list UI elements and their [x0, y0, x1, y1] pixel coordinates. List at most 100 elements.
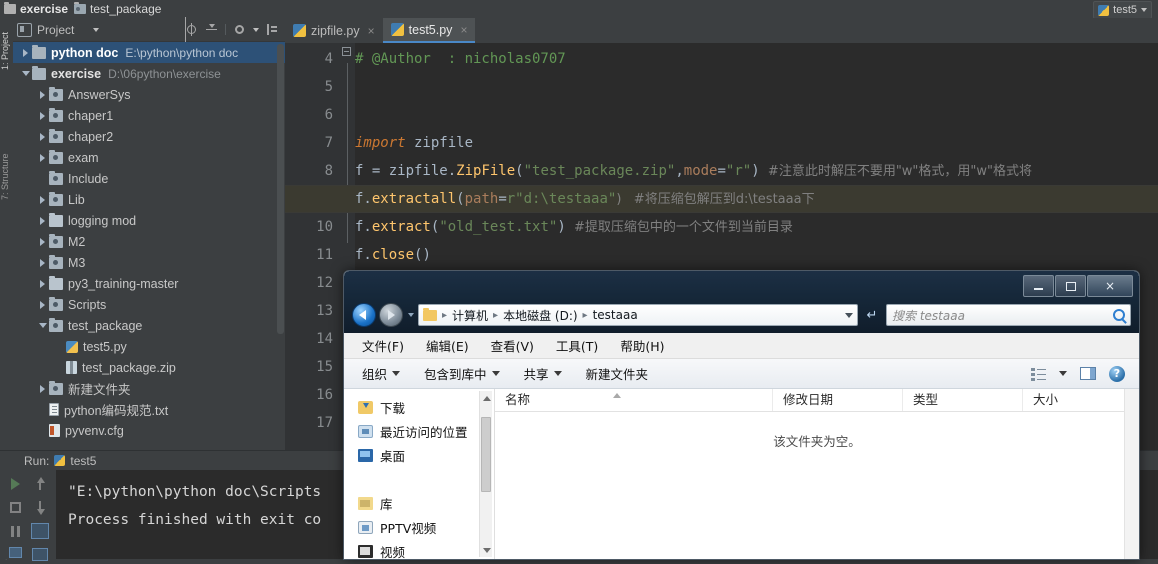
chevron-down-icon[interactable]: [491, 371, 500, 376]
chevron-down-icon[interactable]: [1141, 8, 1147, 12]
chevron-down-icon[interactable]: [93, 27, 100, 32]
chevron-down-icon[interactable]: [553, 371, 562, 376]
expand-arrow-right-icon[interactable]: [36, 294, 49, 315]
address-bar[interactable]: ▸ 计算机 ▸ 本地磁盘 (D:) ▸ testaaa: [418, 304, 858, 326]
navigation-item[interactable]: 视频: [344, 539, 494, 559]
code-line[interactable]: # @Author : nicholas0707: [355, 45, 566, 73]
address-crumb-drive[interactable]: 本地磁盘 (D:): [503, 307, 577, 324]
explorer-navigation-pane[interactable]: 下载 最近访问的位置 桌面库 PPTV视频 视频: [344, 389, 494, 559]
project-tree-node[interactable]: Scripts: [13, 294, 285, 315]
file-pane-scrollbar[interactable]: [1124, 389, 1139, 559]
project-tree-node[interactable]: python编码规范.txt: [13, 399, 285, 420]
project-tree-node[interactable]: logging mod: [13, 210, 285, 231]
project-tree-node[interactable]: python doc E:\python\python doc: [13, 42, 285, 63]
expand-arrow-right-icon[interactable]: [36, 210, 49, 231]
project-tree-node[interactable]: chaper1: [13, 105, 285, 126]
expand-arrow-right-icon[interactable]: [36, 378, 49, 399]
fold-collapse-icon[interactable]: [342, 47, 351, 56]
settings-gear-icon[interactable]: [233, 23, 246, 36]
hide-panel-icon[interactable]: [266, 23, 279, 36]
project-tree-node[interactable]: test_package.zip: [13, 357, 285, 378]
project-tree-node[interactable]: pyvenv.cfg: [13, 420, 285, 441]
pause-icon[interactable]: [8, 524, 24, 540]
menu-item[interactable]: 查看(V): [491, 336, 534, 355]
collapse-all-icon[interactable]: [205, 23, 218, 36]
command-bar-button[interactable]: 共享: [524, 364, 562, 383]
expand-arrow-right-icon[interactable]: [36, 273, 49, 294]
project-tree-node[interactable]: M2: [13, 231, 285, 252]
navigation-item[interactable]: 库: [344, 491, 494, 515]
menu-item[interactable]: 文件(F): [362, 336, 404, 355]
project-tree-node[interactable]: test5.py: [13, 336, 285, 357]
minimize-button[interactable]: [1023, 275, 1054, 297]
close-button[interactable]: ×: [1087, 275, 1133, 297]
navigation-item[interactable]: 下载: [344, 395, 494, 419]
expand-arrow-right-icon[interactable]: [36, 189, 49, 210]
scroll-up-icon[interactable]: [32, 476, 48, 492]
project-tree-node[interactable]: Include: [13, 168, 285, 189]
editor-tab[interactable]: test5.py ×: [382, 18, 476, 43]
windows-explorer-window[interactable]: × ▸ 计算机 ▸ 本地磁盘 (D:) ▸ testaaa ↵ 搜索 testa…: [343, 270, 1140, 560]
run-config-name[interactable]: test5: [70, 454, 96, 468]
explorer-file-list-pane[interactable]: 名称 修改日期 类型 大小 该文件夹为空。: [494, 389, 1139, 559]
expand-arrow-right-icon[interactable]: [36, 231, 49, 252]
expand-arrow-right-icon[interactable]: [36, 252, 49, 273]
navigation-item[interactable]: 桌面: [344, 443, 494, 467]
scroll-down-arrow-icon[interactable]: [483, 548, 491, 553]
back-button[interactable]: [352, 303, 376, 327]
column-header-size[interactable]: 大小: [1023, 389, 1133, 411]
menu-item[interactable]: 编辑(E): [426, 336, 469, 355]
expand-arrow-down-icon[interactable]: [36, 315, 49, 336]
navigation-pane-scrollbar[interactable]: [479, 391, 492, 557]
close-icon[interactable]: ×: [368, 24, 375, 38]
tool-tab-project[interactable]: 1: Project: [0, 20, 13, 82]
breadcrumb-item-exercise[interactable]: exercise: [4, 2, 68, 16]
refresh-button[interactable]: ↵: [861, 304, 883, 326]
code-line[interactable]: f.close(): [355, 241, 431, 269]
code-line[interactable]: f = zipfile.ZipFile("test_package.zip",m…: [355, 157, 1032, 185]
history-dropdown[interactable]: [406, 307, 415, 323]
preview-pane-icon[interactable]: [1080, 367, 1096, 380]
expand-arrow-right-icon[interactable]: [36, 147, 49, 168]
tool-tab-structure[interactable]: 7: Structure: [0, 138, 13, 216]
editor-tab[interactable]: zipfile.py ×: [285, 18, 383, 43]
project-tree[interactable]: python doc E:\python\python doc exercise D:…: [13, 42, 285, 450]
expand-arrow-right-icon[interactable]: [36, 84, 49, 105]
scrollbar-thumb[interactable]: [481, 417, 491, 492]
help-icon[interactable]: ?: [1109, 365, 1125, 382]
project-tree-node[interactable]: py3_training-master: [13, 273, 285, 294]
project-tree-node[interactable]: test_package: [13, 315, 285, 336]
address-crumb-folder[interactable]: testaaa: [593, 308, 638, 322]
project-panel-title[interactable]: Project: [17, 22, 100, 37]
search-input[interactable]: 搜索 testaaa: [886, 304, 1131, 326]
project-tree-node[interactable]: chaper2: [13, 126, 285, 147]
print-icon[interactable]: [30, 546, 50, 564]
column-header-date[interactable]: 修改日期: [773, 389, 903, 411]
chevron-down-icon[interactable]: [253, 27, 259, 32]
rerun-play-icon[interactable]: [8, 476, 24, 492]
close-icon[interactable]: ×: [460, 23, 467, 37]
forward-button[interactable]: [379, 303, 403, 327]
navigation-item[interactable]: 最近访问的位置: [344, 419, 494, 443]
project-tree-node[interactable]: 新建文件夹: [13, 378, 285, 399]
expand-arrow-right-icon[interactable]: [36, 126, 49, 147]
maximize-button[interactable]: [1055, 275, 1086, 297]
project-tree-node[interactable]: exam: [13, 147, 285, 168]
navigation-item[interactable]: PPTV视频: [344, 515, 494, 539]
project-tree-node[interactable]: Lib: [13, 189, 285, 210]
code-line[interactable]: f.extractall(path=r"d:\testaaa") #将压缩包解压…: [355, 185, 815, 213]
project-scrollbar[interactable]: [277, 44, 284, 334]
run-configuration-selector[interactable]: test5: [1093, 1, 1152, 19]
command-bar-button[interactable]: 包含到库中: [424, 364, 500, 383]
command-bar-button[interactable]: 组织: [362, 364, 401, 383]
chevron-down-icon[interactable]: [845, 312, 853, 318]
grid-icon[interactable]: [8, 546, 24, 562]
command-bar-button[interactable]: 新建文件夹: [586, 364, 649, 383]
expand-arrow-right-icon[interactable]: [19, 42, 32, 63]
project-tree-node[interactable]: exercise D:\06python\exercise: [13, 63, 285, 84]
expand-arrow-right-icon[interactable]: [36, 105, 49, 126]
address-crumb-computer[interactable]: 计算机: [452, 307, 488, 324]
project-tree-node[interactable]: M3: [13, 252, 285, 273]
column-header-type[interactable]: 类型: [903, 389, 1023, 411]
scroll-down-icon[interactable]: [32, 500, 48, 516]
